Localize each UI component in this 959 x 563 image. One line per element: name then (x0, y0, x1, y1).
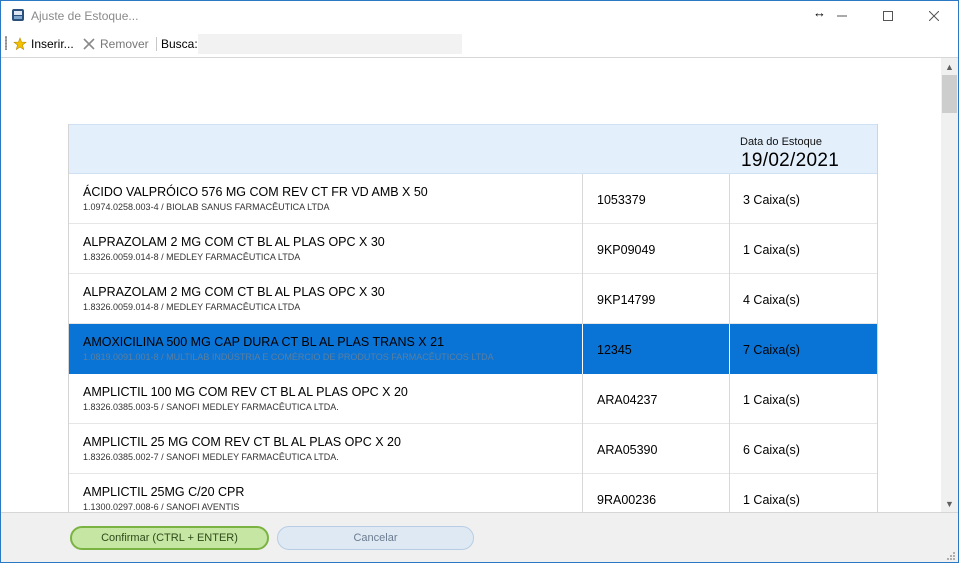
quantity: 1 Caixa(s) (743, 243, 800, 257)
search-input[interactable] (198, 34, 462, 54)
content-area: Data do Estoque 19/02/2021 ÁCIDO VALPRÓI… (1, 58, 941, 512)
product-name: ALPRAZOLAM 2 MG COM CT BL AL PLAS OPC X … (83, 235, 385, 249)
product-registry: 1.8326.0059.014-8 / MEDLEY FARMACÊUTICA … (83, 252, 301, 262)
product-name: AMPLICTIL 25 MG COM REV CT BL AL PLAS OP… (83, 435, 401, 449)
maximize-icon (883, 11, 893, 21)
product-registry: 1.8326.0385.003-5 / SANOFI MEDLEY FARMAC… (83, 402, 339, 412)
product-registry: 1.8326.0059.014-8 / MEDLEY FARMACÊUTICA … (83, 302, 301, 312)
column-divider (582, 474, 583, 512)
lot-number: 1053379 (597, 193, 646, 207)
column-divider (582, 274, 583, 324)
table-row[interactable]: ALPRAZOLAM 2 MG COM CT BL AL PLAS OPC X … (69, 274, 877, 324)
app-icon (12, 9, 24, 21)
quantity: 3 Caixa(s) (743, 193, 800, 207)
product-registry: 1.8326.0385.002-7 / SANOFI MEDLEY FARMAC… (83, 452, 339, 462)
footer-bar: Confirmar (CTRL + ENTER) Cancelar (1, 512, 958, 562)
cancel-button[interactable]: Cancelar (277, 526, 474, 550)
toolbar-grip[interactable] (5, 36, 7, 50)
product-name: AMPLICTIL 100 MG COM REV CT BL AL PLAS O… (83, 385, 408, 399)
column-divider (729, 474, 730, 512)
confirm-button[interactable]: Confirmar (CTRL + ENTER) (70, 526, 269, 550)
product-registry: 1.1300.0297.008-6 / SANOFI AVENTIS (83, 502, 240, 512)
stock-panel: Data do Estoque 19/02/2021 ÁCIDO VALPRÓI… (68, 124, 878, 512)
close-button[interactable] (911, 1, 957, 31)
lot-number: 9KP14799 (597, 293, 656, 307)
remove-label: Remover (100, 37, 149, 51)
close-icon (929, 11, 939, 21)
maximize-button[interactable] (865, 1, 911, 31)
title-bar[interactable]: Ajuste de Estoque... ↔ (1, 1, 958, 31)
column-divider (729, 324, 730, 374)
table-row-selected[interactable]: AMOXICILINA 500 MG CAP DURA CT BL AL PLA… (69, 324, 877, 374)
table-row[interactable]: AMPLICTIL 25 MG COM REV CT BL AL PLAS OP… (69, 424, 877, 474)
quantity: 7 Caixa(s) (743, 343, 800, 357)
panel-header: Data do Estoque 19/02/2021 (69, 124, 877, 174)
insert-button[interactable]: Inserir... (13, 35, 74, 53)
x-icon (83, 38, 95, 50)
column-divider (729, 374, 730, 424)
table-row[interactable]: ÁCIDO VALPRÓICO 576 MG COM REV CT FR VD … (69, 174, 877, 224)
insert-label: Inserir... (31, 37, 74, 51)
column-divider (582, 374, 583, 424)
column-divider (582, 424, 583, 474)
resize-grip-icon[interactable] (946, 551, 956, 561)
app-window: Ajuste de Estoque... ↔ Inserir... Remove… (0, 0, 959, 563)
lot-number: 9KP09049 (597, 243, 656, 257)
vertical-scrollbar[interactable]: ▲ ▼ (941, 58, 958, 512)
product-name: AMPLICTIL 25MG C/20 CPR (83, 485, 245, 499)
stock-date-value[interactable]: 19/02/2021 (741, 150, 839, 172)
column-divider (729, 274, 730, 324)
product-name: AMOXICILINA 500 MG CAP DURA CT BL AL PLA… (83, 335, 445, 349)
table-row[interactable]: ALPRAZOLAM 2 MG COM CT BL AL PLAS OPC X … (69, 224, 877, 274)
product-registry: 1.0974.0258.003-4 / BIOLAB SANUS FARMACÊ… (83, 202, 330, 212)
quantity: 1 Caixa(s) (743, 493, 800, 507)
lot-number: 9RA00236 (597, 493, 657, 507)
lot-number: ARA04237 (597, 393, 658, 407)
column-divider (582, 174, 583, 224)
column-divider (729, 224, 730, 274)
column-divider (582, 224, 583, 274)
window-title: Ajuste de Estoque... (31, 9, 139, 23)
product-name: ALPRAZOLAM 2 MG COM CT BL AL PLAS OPC X … (83, 285, 385, 299)
toolbar: Inserir... Remover Busca: (1, 31, 958, 58)
toolbar-separator (156, 37, 157, 51)
column-divider (582, 324, 583, 374)
stock-date-label: Data do Estoque (740, 136, 822, 148)
lot-number: 12345 (597, 343, 632, 357)
quantity: 4 Caixa(s) (743, 293, 800, 307)
minimize-icon (837, 15, 847, 17)
star-icon (13, 37, 27, 51)
scroll-down-icon[interactable]: ▼ (941, 495, 958, 512)
minimize-button[interactable] (819, 1, 865, 31)
lot-number: ARA05390 (597, 443, 658, 457)
column-divider (729, 424, 730, 474)
quantity: 1 Caixa(s) (743, 393, 800, 407)
search-label: Busca: (161, 37, 198, 51)
table-row[interactable]: AMPLICTIL 100 MG COM REV CT BL AL PLAS O… (69, 374, 877, 424)
scrollbar-thumb[interactable] (942, 75, 957, 113)
scroll-up-icon[interactable]: ▲ (941, 58, 958, 75)
remove-button[interactable]: Remover (83, 35, 149, 53)
table-row[interactable]: AMPLICTIL 25MG C/20 CPR 1.1300.0297.008-… (69, 474, 877, 512)
product-registry: 1.0819.0091.001-8 / MULTILAB INDÚSTRIA E… (83, 352, 494, 362)
quantity: 6 Caixa(s) (743, 443, 800, 457)
product-name: ÁCIDO VALPRÓICO 576 MG COM REV CT FR VD … (83, 185, 428, 199)
column-divider (729, 174, 730, 224)
